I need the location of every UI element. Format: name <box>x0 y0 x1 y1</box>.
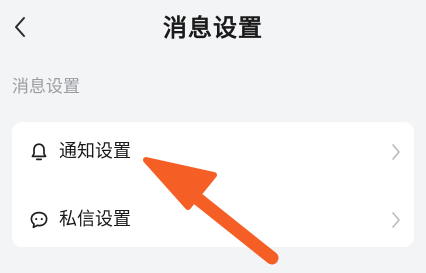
private-message-settings-label: 私信设置 <box>59 209 131 230</box>
page-title: 消息设置 <box>163 14 263 42</box>
chevron-right-icon <box>392 212 400 228</box>
header-bar: 消息设置 <box>0 0 426 56</box>
notification-settings-label: 通知设置 <box>59 141 131 162</box>
bell-icon <box>29 142 49 162</box>
section-label: 消息设置 <box>12 77 80 97</box>
settings-card: 通知设置 私信设置 <box>12 122 414 247</box>
chevron-right-icon <box>392 144 400 160</box>
notification-settings-item[interactable]: 通知设置 <box>12 124 414 180</box>
chat-bubble-icon <box>29 210 49 230</box>
private-message-settings-item[interactable]: 私信设置 <box>12 192 414 248</box>
